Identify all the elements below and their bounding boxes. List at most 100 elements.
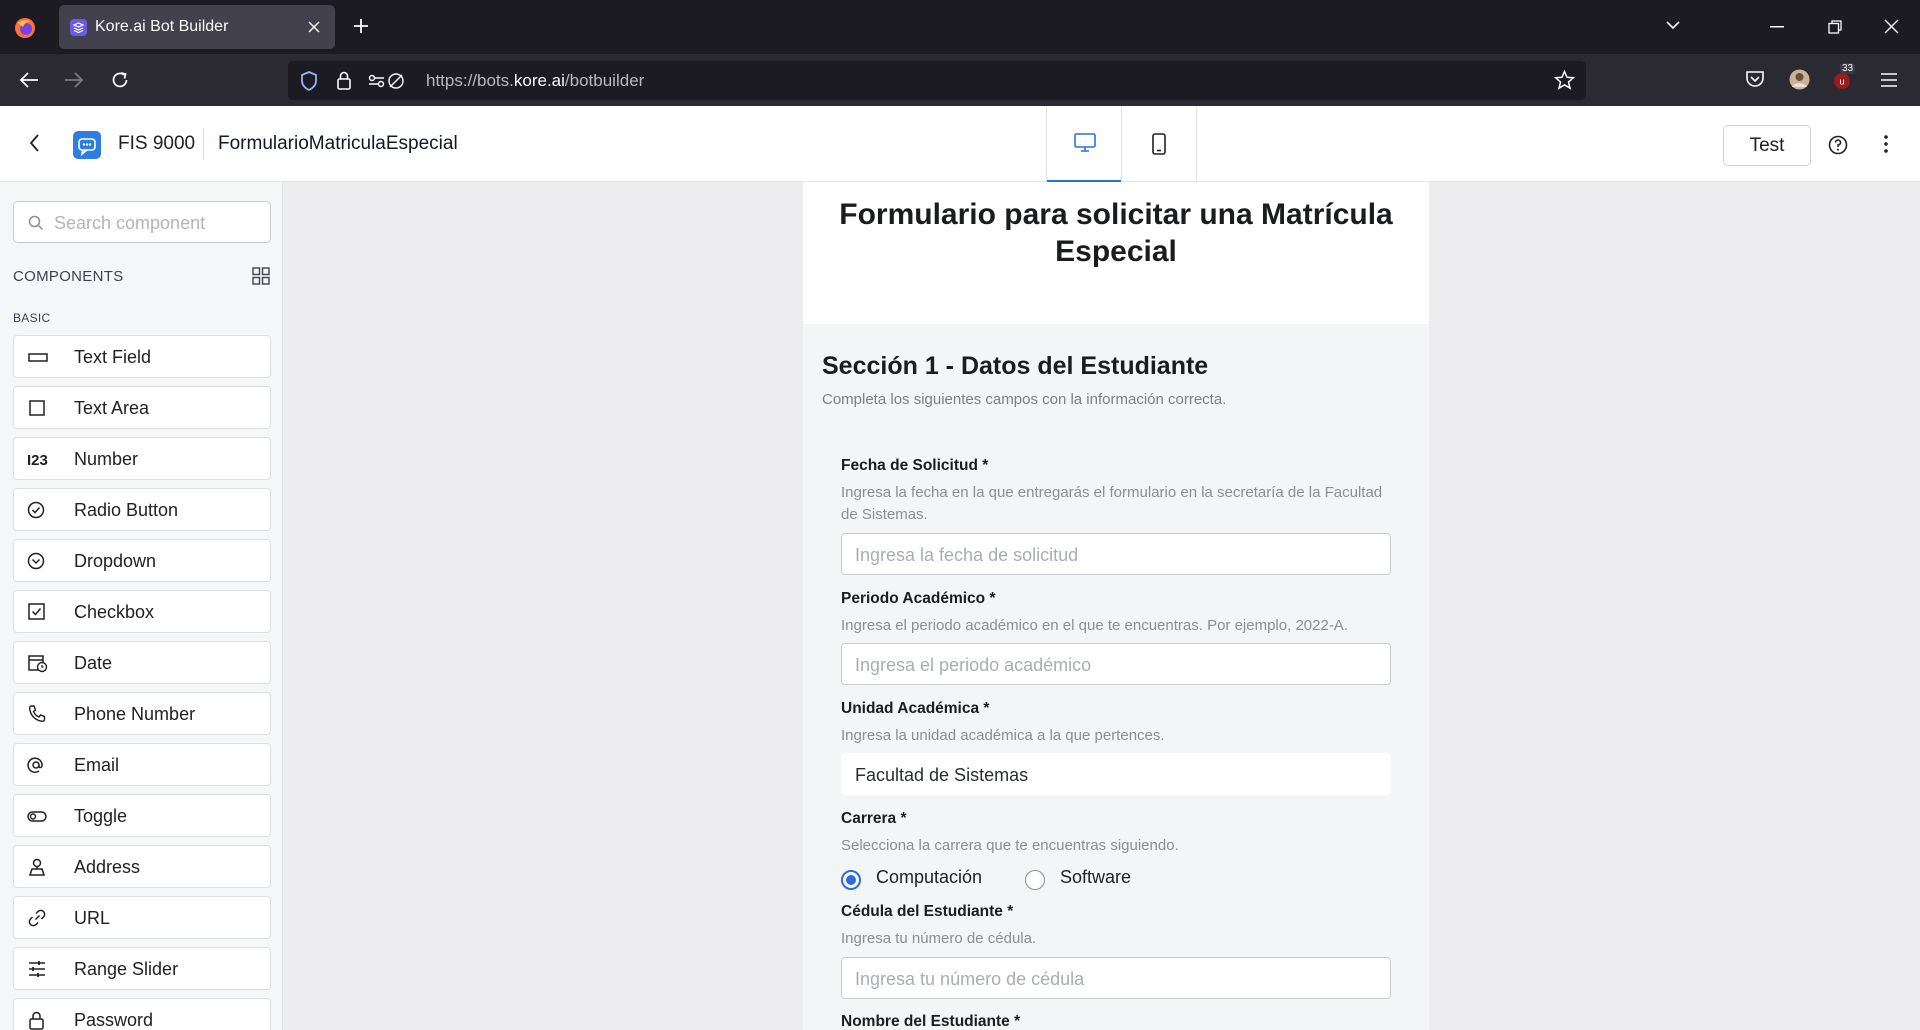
input-placeholder: Ingresa la fecha de solicitud (855, 545, 1079, 565)
radio-label: Software (1060, 867, 1132, 887)
component-label: Password (74, 1010, 154, 1030)
component-toggle[interactable]: Toggle (13, 794, 271, 837)
close-window-icon[interactable] (1884, 19, 1899, 34)
component-address[interactable]: Address (13, 845, 271, 888)
phone-icon (27, 704, 49, 724)
cedula-estudiante-input[interactable]: Ingresa tu número de cédula (841, 957, 1391, 999)
field-help-fecha: Ingresa la fecha en la que entregarás el… (841, 484, 1383, 523)
dropdown-icon (27, 551, 49, 571)
component-text-area[interactable]: Text Area (13, 386, 271, 429)
field-help-cedula: Ingresa tu número de cédula. (841, 930, 1037, 947)
back-icon[interactable] (19, 71, 39, 89)
component-label: Date (74, 653, 113, 673)
password-icon (27, 1010, 49, 1030)
pocket-icon[interactable] (1745, 70, 1765, 89)
range-slider-icon (27, 959, 49, 979)
email-icon (27, 755, 49, 775)
input-placeholder: Ingresa tu número de cédula (855, 969, 1085, 989)
component-dropdown[interactable]: Dropdown (13, 539, 271, 582)
firefox-icon[interactable] (14, 17, 36, 39)
component-label: Address (74, 857, 141, 877)
profile-avatar[interactable] (1789, 69, 1810, 90)
component-text-field[interactable]: Text Field (13, 335, 271, 378)
close-tab-icon[interactable] (307, 20, 321, 34)
component-date[interactable]: Date (13, 641, 271, 684)
bot-chat-icon (73, 131, 101, 159)
header-divider (203, 128, 204, 160)
component-label: Toggle (74, 806, 128, 826)
input-value: Facultad de Sistemas (855, 765, 1029, 785)
toggle-icon (27, 806, 49, 826)
lock-icon[interactable] (336, 71, 352, 90)
app-header: FIS 9000 FormularioMatriculaEspecial Tes… (0, 106, 1920, 182)
unidad-academica-input[interactable]: Facultad de Sistemas (841, 753, 1391, 795)
svg-text:I23: I23 (27, 452, 48, 469)
field-label-nombre: Nombre del Estudiante * (841, 1013, 1021, 1030)
tracking-shield-icon[interactable] (300, 71, 318, 91)
search-icon (28, 215, 44, 231)
help-icon[interactable] (1828, 135, 1848, 155)
radio-label: Computación (876, 867, 983, 887)
fecha-solicitud-input[interactable]: Ingresa la fecha de solicitud (841, 533, 1391, 575)
browser-tab-bar: Kore.ai Bot Builder (0, 0, 1920, 54)
list-tabs-icon[interactable] (1665, 19, 1681, 31)
back-arrow-icon[interactable] (28, 133, 40, 153)
section-description: Completa los siguientes campos con la in… (822, 391, 1227, 408)
permissions-icon[interactable] (368, 72, 406, 90)
text-area-icon (27, 398, 49, 418)
checkbox-icon (27, 602, 49, 622)
bookmark-star-icon[interactable] (1554, 70, 1575, 90)
component-checkbox[interactable]: Checkbox (13, 590, 271, 633)
mobile-icon (1152, 133, 1166, 155)
component-number[interactable]: I23 Number (13, 437, 271, 480)
form-name: FormularioMatriculaEspecial (218, 133, 458, 154)
field-label-cedula: Cédula del Estudiante * (841, 903, 1014, 920)
grid-view-icon[interactable] (252, 267, 270, 285)
forward-icon[interactable] (64, 71, 84, 89)
field-label-carrera: Carrera * (841, 810, 907, 827)
notification-badge: 33 (1840, 63, 1856, 74)
periodo-academico-input[interactable]: Ingresa el periodo académico (841, 643, 1391, 685)
component-radio-button[interactable]: Radio Button (13, 488, 271, 531)
tab-title: Kore.ai Bot Builder (95, 18, 229, 35)
desktop-icon (1074, 133, 1096, 153)
form-header: Formulario para solicitar una Matrícula … (803, 182, 1429, 324)
component-label: Radio Button (74, 500, 179, 520)
form-section: Sección 1 - Datos del Estudiante Complet… (803, 324, 1429, 1030)
address-icon (27, 857, 49, 877)
more-options-icon[interactable] (1884, 135, 1888, 153)
component-email[interactable]: Email (13, 743, 271, 786)
radio-button-icon (27, 500, 49, 520)
field-help-carrera: Selecciona la carrera que te encuentras … (841, 837, 1179, 854)
radio-selected-icon (841, 870, 861, 890)
component-phone-number[interactable]: Phone Number (13, 692, 271, 735)
carrera-radio-group: Computación Software (841, 865, 1141, 895)
components-sidebar: Search component COMPONENTS BASIC Text F… (0, 182, 283, 1030)
input-placeholder: Ingresa el periodo académico (855, 655, 1092, 675)
date-icon (27, 653, 49, 673)
mobile-preview-button[interactable] (1122, 106, 1197, 182)
component-url[interactable]: URL (13, 896, 271, 939)
component-password[interactable]: Password (13, 998, 271, 1030)
new-tab-icon[interactable] (352, 17, 370, 35)
browser-tab-active[interactable]: Kore.ai Bot Builder (59, 5, 335, 49)
url-text[interactable]: https://bots.kore.ai/botbuilder (426, 71, 644, 91)
reload-icon[interactable] (110, 70, 130, 90)
url-icon (27, 908, 49, 928)
component-label: Range Slider (74, 959, 179, 979)
restore-icon[interactable] (1828, 20, 1842, 34)
url-bar[interactable]: https://bots.kore.ai/botbuilder (288, 61, 1586, 100)
desktop-preview-button[interactable] (1047, 106, 1122, 182)
minimize-icon[interactable] (1770, 26, 1784, 28)
app-menu-icon[interactable] (1880, 72, 1898, 88)
search-component-input[interactable]: Search component (13, 201, 271, 243)
field-help-periodo: Ingresa el periodo académico en el que t… (841, 617, 1348, 634)
field-label-unidad: Unidad Académica * (841, 700, 990, 717)
radio-option-computacion[interactable]: Computación (841, 865, 991, 893)
radio-option-software[interactable]: Software (1025, 865, 1145, 893)
bot-name: FIS 9000 (118, 133, 196, 154)
component-range-slider[interactable]: Range Slider (13, 947, 271, 990)
number-icon: I23 (27, 449, 49, 469)
test-button[interactable]: Test (1723, 125, 1811, 166)
search-placeholder: Search component (54, 213, 206, 233)
